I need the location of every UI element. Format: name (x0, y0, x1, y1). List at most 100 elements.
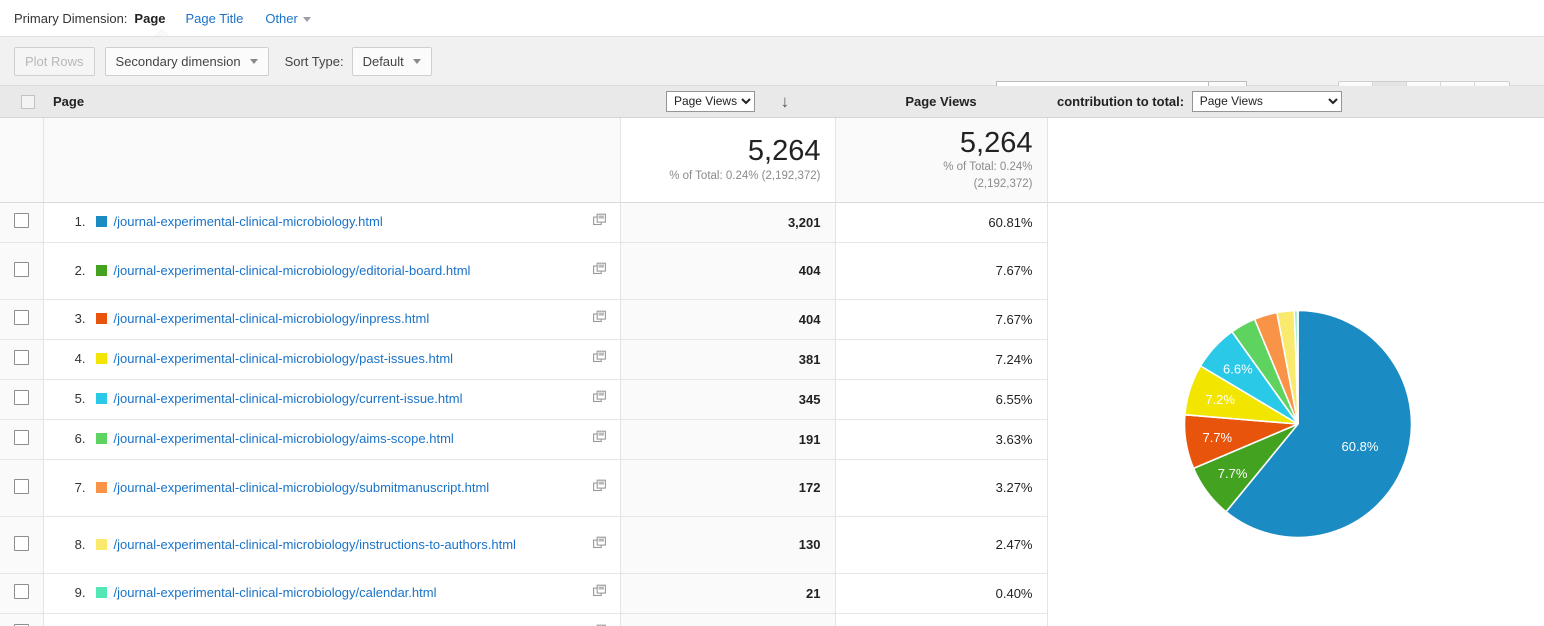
row-rank: 7. (74, 479, 86, 495)
summary-metric-cell: 5,264 % of Total: 0.24% (2,192,372) (620, 117, 836, 203)
summary-contribution-of-total-line1: % of Total: 0.24% (943, 161, 1033, 174)
row-checkbox-cell (0, 299, 44, 340)
row-page-link[interactable]: /journal-experimental-clinical-microbiol… (114, 311, 430, 327)
page-column-header: Page (43, 86, 620, 118)
row-rank: 9. (74, 585, 86, 601)
open-in-new-window-icon[interactable] (592, 262, 607, 279)
table-summary: 5,264 % of Total: 0.24% (2,192,372) 5,26… (0, 117, 1544, 203)
row-page-link[interactable]: /journal-experimental-clinical-microbiol… (114, 585, 437, 601)
dimension-tab-other[interactable]: Other (265, 11, 311, 26)
chevron-down-icon (249, 58, 258, 64)
metric-column-header: Page Views ↓ (620, 86, 835, 118)
row-checkbox-cell (0, 516, 44, 574)
row-page-cell: 9. /journal-experimental-clinical-microbi… (43, 573, 621, 614)
row-checkbox[interactable] (13, 390, 29, 405)
summary-page-views-total: 5,264 (747, 135, 821, 168)
row-contribution-pct: 6.55% (835, 379, 1048, 420)
contribution-metric-select[interactable]: Page Views (1191, 90, 1342, 112)
row-color-swatch (95, 587, 107, 599)
row-page-link[interactable]: /journal-experimental-clinical-microbiol… (114, 214, 383, 230)
row-page-views: 345 (620, 379, 836, 420)
summary-checkbox-cell (0, 117, 44, 203)
row-checkbox-cell (0, 419, 44, 460)
row-page-cell: 10./rss/journal-experimental-clinical-mi… (43, 613, 621, 626)
select-all-checkbox[interactable] (21, 95, 35, 110)
row-contribution-pct: 3.63% (835, 419, 1048, 460)
summary-row: 5,264 % of Total: 0.24% (2,192,372) 5,26… (0, 117, 1544, 203)
sort-direction-icon[interactable]: ↓ (781, 93, 790, 110)
row-checkbox[interactable] (13, 535, 29, 551)
open-in-new-window-icon[interactable] (592, 479, 607, 496)
row-page-link[interactable]: /journal-experimental-clinical-microbiol… (114, 263, 471, 279)
dimension-tab-page-title[interactable]: Page Title (186, 11, 244, 26)
row-checkbox[interactable] (13, 430, 29, 445)
row-checkbox[interactable] (13, 584, 29, 599)
summary-page-cell (43, 117, 621, 203)
row-color-swatch (95, 313, 107, 325)
row-contribution-pct: 7.67% (835, 299, 1048, 340)
row-page-views: 21 (620, 573, 836, 614)
row-color-swatch (95, 353, 107, 365)
table-and-chart-region: Page Page Views ↓ Page Views contributio… (0, 86, 1544, 626)
row-checkbox-cell (0, 202, 44, 243)
row-page-link[interactable]: /journal-experimental-clinical-microbiol… (114, 431, 454, 447)
dimension-tab-page[interactable]: Page (134, 11, 165, 26)
row-checkbox-cell (0, 379, 44, 420)
row-page-cell: 8. /journal-experimental-clinical-microbi… (43, 516, 621, 574)
open-in-new-window-icon[interactable] (592, 310, 607, 328)
summary-page-views-of-total: % of Total: 0.24% (2,192,372) (669, 169, 821, 182)
row-checkbox[interactable] (13, 213, 29, 228)
row-checkbox[interactable] (13, 310, 29, 325)
row-color-swatch (95, 538, 107, 550)
row-contribution-pct: 0.40% (835, 573, 1048, 614)
row-contribution-pct: 60.81% (835, 202, 1048, 243)
chevron-down-icon (412, 58, 421, 64)
sort-type-button[interactable]: Default (351, 46, 432, 76)
row-page-views: 130 (620, 516, 836, 574)
row-checkbox-cell (0, 459, 44, 517)
row-page-cell: 2. /journal-experimental-clinical-microbi… (43, 242, 621, 300)
row-rank: 3. (74, 311, 86, 327)
open-in-new-window-icon[interactable] (592, 584, 607, 602)
row-page-cell: 7. /journal-experimental-clinical-microbi… (43, 459, 621, 517)
row-color-swatch (95, 216, 107, 228)
row-rank: 1. (74, 214, 86, 230)
row-color-swatch (95, 481, 107, 493)
open-in-new-window-icon[interactable] (592, 536, 607, 553)
row-checkbox[interactable] (13, 350, 29, 365)
row-page-link[interactable]: /journal-experimental-clinical-microbiol… (114, 480, 490, 496)
metric-select[interactable]: Page Views (665, 90, 755, 112)
secondary-dimension-button[interactable]: Secondary dimension (104, 46, 269, 76)
row-checkbox[interactable] (13, 478, 29, 494)
summary-contribution-total: 5,264 (959, 126, 1033, 159)
contribution-column-header: contribution to total: Page Views (1047, 86, 1544, 118)
open-in-new-window-icon[interactable] (592, 390, 607, 408)
chevron-down-icon (302, 16, 311, 22)
row-page-link[interactable]: /journal-experimental-clinical-microbiol… (114, 391, 463, 407)
page-views-column-header: Page Views (835, 86, 1047, 118)
select-all-header (0, 86, 43, 118)
row-page-link[interactable]: /journal-experimental-clinical-microbiol… (114, 537, 516, 553)
row-page-views: 3,201 (620, 202, 836, 243)
row-color-swatch (95, 433, 107, 445)
row-contribution-pct: 7.67% (835, 242, 1048, 300)
open-in-new-window-icon[interactable] (592, 350, 607, 368)
row-contribution-pct: 3.27% (835, 459, 1048, 517)
row-page-views: 172 (620, 459, 836, 517)
open-in-new-window-icon[interactable] (592, 213, 607, 231)
row-color-swatch (95, 264, 107, 276)
row-checkbox[interactable] (13, 261, 29, 277)
report-table: Page Page Views ↓ Page Views contributio… (0, 86, 1544, 626)
controls-bar: Plot Rows Secondary dimension Sort Type:… (0, 36, 1544, 111)
row-page-views: 191 (620, 419, 836, 460)
row-contribution-pct: 0.09% (835, 613, 1048, 626)
row-contribution-pct: 7.24% (835, 339, 1048, 380)
row-page-views: 381 (620, 339, 836, 380)
secondary-dimension-label: Secondary dimension (115, 53, 241, 69)
table-row: 1. /journal-experimental-clinical-microbi… (0, 202, 1544, 626)
plot-rows-button[interactable]: Plot Rows (14, 46, 95, 76)
row-page-link[interactable]: /journal-experimental-clinical-microbiol… (114, 351, 454, 367)
open-in-new-window-icon[interactable] (592, 430, 607, 448)
chart-cell (1047, 202, 1544, 626)
summary-contribution-cell: 5,264 % of Total: 0.24% (2,192,372) (835, 117, 1048, 203)
